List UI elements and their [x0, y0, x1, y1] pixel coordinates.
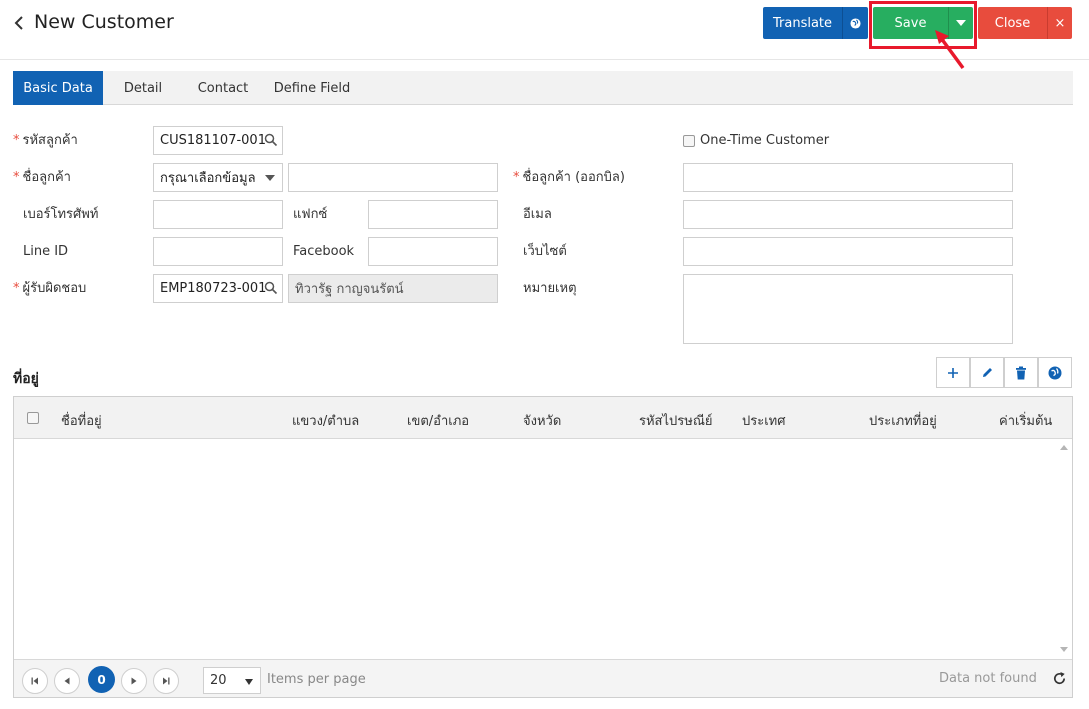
grid-status-text: Data not found [939, 671, 1037, 686]
owner-code-input[interactable]: EMP180723-001 [153, 274, 283, 303]
column-district[interactable]: เขต/อำเภอ [407, 410, 469, 431]
pencil-icon [982, 368, 992, 377]
caret-down-icon [265, 175, 275, 181]
first-page-icon [31, 677, 38, 685]
page-header: New Customer Translate Save Close × [0, 0, 1089, 70]
last-page-icon [163, 677, 170, 685]
globe-icon [850, 17, 861, 29]
trash-icon [1016, 366, 1026, 379]
customer-code-input[interactable]: CUS181107-001 [153, 126, 283, 155]
customer-name-input[interactable] [288, 163, 498, 192]
current-page-indicator[interactable]: 0 [88, 666, 115, 693]
caret-down-icon [956, 20, 966, 26]
owner-label: * ผู้รับผิดชอบ [13, 281, 87, 296]
name-prefix-select[interactable]: กรุณาเลือกข้อมูล [153, 163, 283, 192]
phone-label: เบอร์โทรศัพท์ [23, 207, 99, 222]
globe-icon [1048, 366, 1062, 379]
website-label: เว็บไซต์ [523, 244, 567, 259]
search-icon[interactable] [264, 133, 278, 147]
refresh-icon[interactable] [1052, 671, 1067, 686]
column-address-type[interactable]: ประเภทที่อยู่ [869, 410, 937, 431]
customer-name-label: * ชื่อลูกค้า [13, 170, 71, 185]
last-page-button[interactable] [153, 668, 179, 694]
translate-button[interactable]: Translate [763, 7, 842, 39]
one-time-customer-checkbox[interactable] [683, 135, 695, 147]
save-options-button[interactable] [948, 7, 973, 39]
note-textarea[interactable] [683, 274, 1013, 344]
fax-input[interactable] [368, 200, 498, 229]
edit-address-button[interactable] [970, 357, 1004, 388]
owner-name-display: ทิวารัฐ กาญจนรัตน์ [288, 274, 498, 303]
add-address-button[interactable] [936, 357, 970, 388]
tab-bar: Basic Data Detail Contact Define Field [13, 71, 1073, 105]
delete-address-button[interactable] [1004, 357, 1038, 388]
address-section-title: ที่อยู่ [13, 371, 39, 387]
next-page-button[interactable] [121, 668, 147, 694]
page-size-select[interactable]: 20 [203, 667, 261, 694]
column-postal-code[interactable]: รหัสไปรษณีย์ [639, 410, 713, 431]
tab-contact[interactable]: Contact [187, 71, 259, 105]
grid-scrollbar[interactable] [1056, 439, 1072, 659]
facebook-input[interactable] [368, 237, 498, 266]
close-x-button[interactable]: × [1047, 7, 1072, 39]
caret-down-icon [245, 679, 253, 685]
back-chevron-icon[interactable] [10, 12, 28, 34]
prev-page-button[interactable] [54, 668, 80, 694]
bill-name-label: * ชื่อลูกค้า (ออกบิล) [513, 170, 625, 185]
facebook-label: Facebook [293, 244, 355, 259]
column-subdistrict[interactable]: แขวง/ตำบล [292, 410, 359, 431]
one-time-customer-label: One-Time Customer [700, 133, 830, 148]
tab-detail[interactable]: Detail [109, 71, 177, 105]
website-input[interactable] [683, 237, 1013, 266]
map-address-button[interactable] [1038, 357, 1072, 388]
email-label: อีเมล [523, 207, 552, 222]
email-input[interactable] [683, 200, 1013, 229]
address-grid: ชื่อที่อยู่ แขวง/ตำบล เขต/อำเภอ จังหวัด … [13, 396, 1073, 698]
next-page-icon [131, 677, 137, 685]
tab-define-field[interactable]: Define Field [269, 71, 355, 105]
phone-input[interactable] [153, 200, 283, 229]
prev-page-icon [64, 677, 70, 685]
line-id-label: Line ID [23, 244, 69, 259]
column-country[interactable]: ประเทศ [742, 410, 785, 431]
column-province[interactable]: จังหวัด [523, 410, 561, 431]
plus-icon [948, 367, 958, 378]
tab-basic-data[interactable]: Basic Data [13, 71, 103, 105]
items-per-page-label: Items per page [267, 672, 366, 687]
select-all-checkbox[interactable] [27, 412, 39, 424]
close-button[interactable]: Close [978, 7, 1047, 39]
translate-globe-button[interactable] [842, 7, 868, 39]
first-page-button[interactable] [22, 668, 48, 694]
grid-header: ชื่อที่อยู่ แขวง/ตำบล เขต/อำเภอ จังหวัด … [14, 397, 1072, 439]
fax-label: แฟกซ์ [293, 207, 328, 222]
save-button[interactable]: Save [873, 7, 948, 39]
search-icon[interactable] [264, 281, 278, 295]
column-address-name[interactable]: ชื่อที่อยู่ [61, 410, 102, 431]
note-label: หมายเหตุ [523, 281, 577, 296]
line-id-input[interactable] [153, 237, 283, 266]
column-default[interactable]: ค่าเริ่มต้น [999, 410, 1052, 431]
grid-pager: 0 20 Items per page Data not found [14, 659, 1072, 697]
customer-code-label: * รหัสลูกค้า [13, 133, 78, 148]
bill-name-input[interactable] [683, 163, 1013, 192]
page-title: New Customer [34, 11, 174, 33]
